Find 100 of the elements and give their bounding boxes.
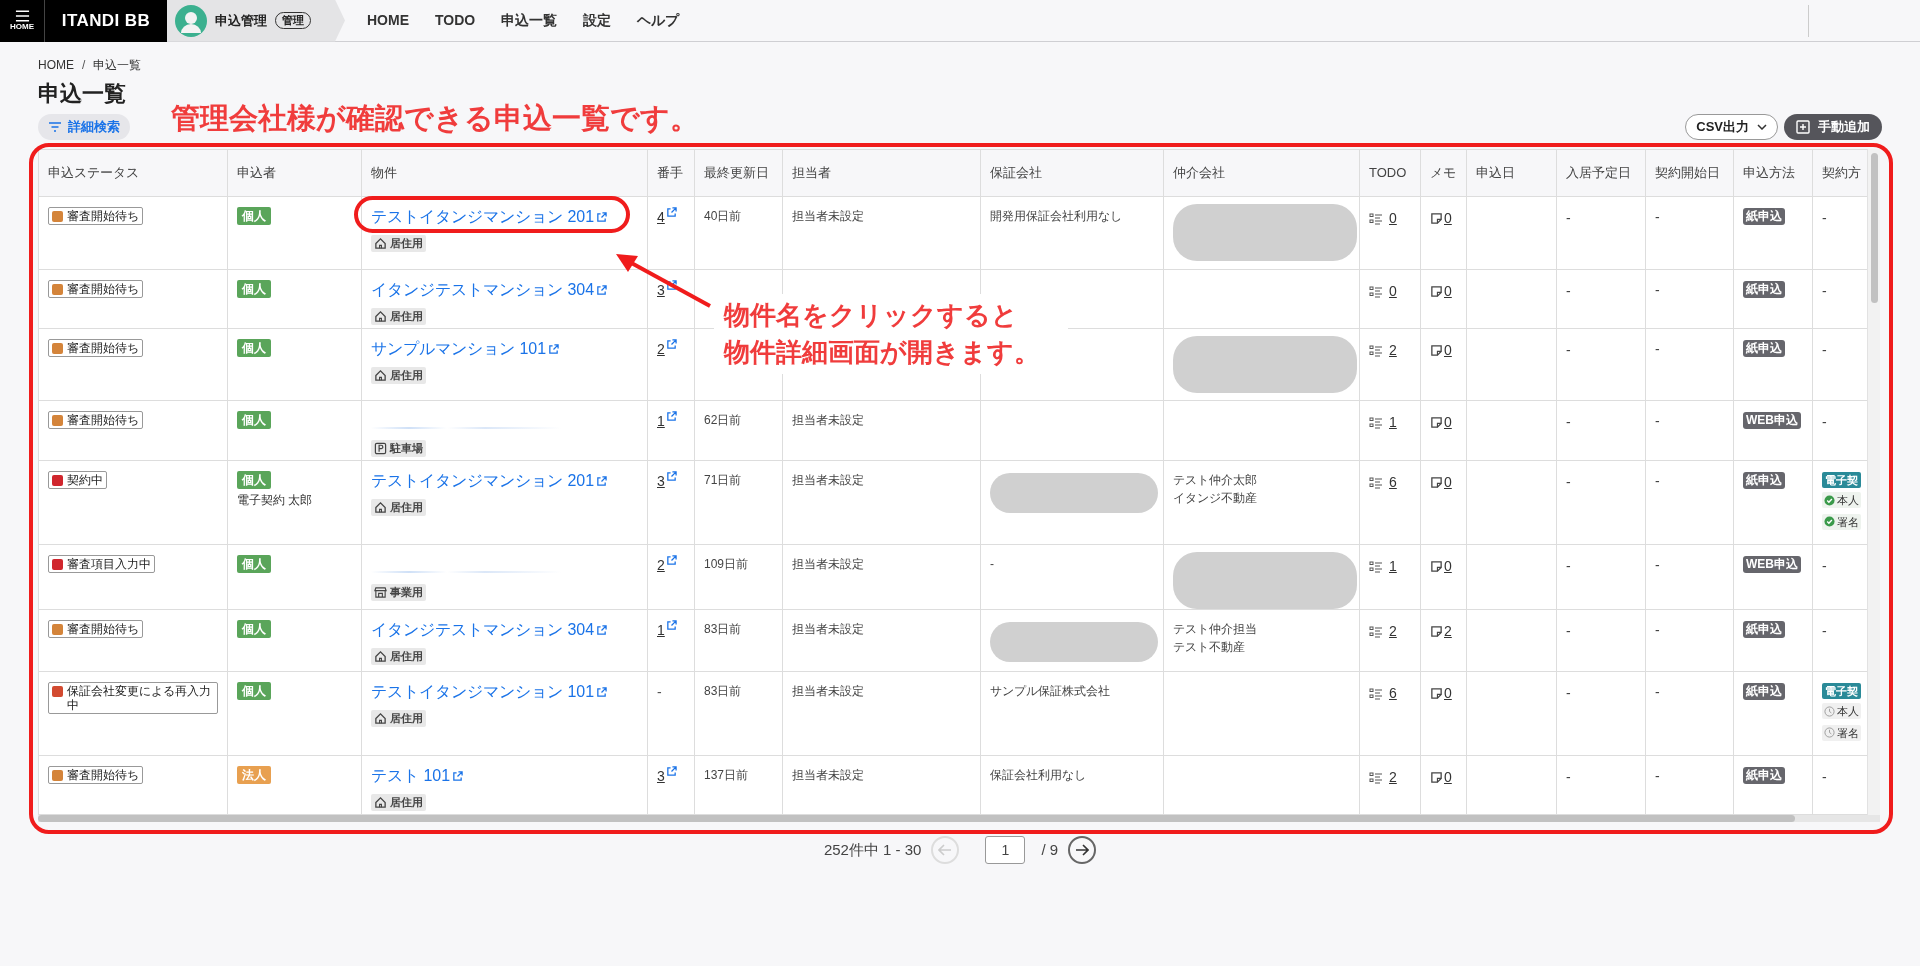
property-link[interactable]: テストイタンジマンション 101	[371, 682, 608, 702]
horizontal-scrollbar[interactable]	[38, 815, 1880, 822]
product-switcher[interactable]: 申込管理 管理	[167, 0, 345, 42]
todo-link[interactable]: 2	[1369, 767, 1397, 788]
external-link-icon	[596, 475, 608, 487]
usage-tag: 居住用	[371, 308, 426, 325]
order-link[interactable]: 1	[657, 620, 677, 641]
memo-link[interactable]: 0	[1430, 412, 1452, 433]
checklist-icon	[1369, 476, 1383, 489]
property-link[interactable]: テスト 101	[371, 766, 464, 786]
checklist-icon	[1369, 560, 1383, 573]
order-link[interactable]: 1	[657, 411, 677, 432]
external-link-icon	[548, 343, 560, 355]
table-cell: 担当者未設定	[782, 671, 981, 756]
status-badge: 審査開始待ち	[48, 620, 143, 638]
column-header[interactable]: 担当者	[782, 149, 981, 197]
property-link[interactable]: サンプルマンション 101	[371, 339, 560, 359]
column-header[interactable]: TODO	[1359, 149, 1421, 197]
todo-link[interactable]: 1	[1369, 556, 1397, 577]
usage-tag: 居住用	[371, 710, 426, 727]
todo-link[interactable]: 2	[1369, 340, 1397, 361]
todo-link[interactable]: 0	[1369, 281, 1397, 302]
memo-link[interactable]: 0	[1430, 556, 1452, 577]
breadcrumb-separator: /	[82, 57, 86, 74]
order-link[interactable]: 2	[657, 555, 677, 576]
column-header[interactable]: 申込日	[1466, 149, 1557, 197]
memo-link[interactable]: 0	[1430, 767, 1452, 788]
page-number-field[interactable]: 1	[985, 836, 1026, 864]
usage-tag: 居住用	[371, 367, 426, 384]
note-icon	[1430, 476, 1443, 489]
nav-link[interactable]: HOME	[367, 10, 409, 31]
order-link[interactable]: 2	[657, 339, 677, 360]
house-icon	[374, 501, 387, 514]
order-link[interactable]: 3	[657, 280, 677, 301]
memo-link[interactable]: 0	[1430, 281, 1452, 302]
storefront-icon	[374, 586, 387, 599]
table-cell: -	[1556, 196, 1646, 270]
csv-export-button[interactable]: CSV出力	[1685, 114, 1778, 140]
column-header[interactable]: 入居予定日	[1556, 149, 1646, 197]
memo-link[interactable]: 2	[1430, 621, 1452, 642]
application-method-tag: 紙申込	[1743, 281, 1785, 298]
contract-step: 署名	[1822, 513, 1861, 530]
next-page-button[interactable]	[1068, 836, 1097, 864]
nav-link[interactable]: ヘルプ	[637, 10, 680, 31]
column-header[interactable]: 仲介会社	[1163, 149, 1360, 197]
column-header[interactable]: メモ	[1420, 149, 1467, 197]
memo-link[interactable]: 0	[1430, 472, 1452, 493]
nav-link[interactable]: TODO	[435, 10, 476, 31]
column-header[interactable]: 契約開始日	[1645, 149, 1734, 197]
order-link[interactable]: 3	[657, 471, 677, 492]
checklist-icon	[1369, 416, 1383, 429]
arrow-right-icon	[1075, 844, 1090, 856]
brand-logo[interactable]: ITANDI BB	[45, 0, 167, 42]
table-cell: 開発用保証会社利用なし	[990, 209, 1122, 223]
vertical-scrollbar[interactable]	[1867, 149, 1880, 815]
column-header[interactable]: 申込方法	[1733, 149, 1813, 197]
applicant-type-tag: 個人	[237, 471, 271, 489]
external-link-icon	[665, 411, 677, 422]
property-link[interactable]: テストイタンジマンション 201	[371, 207, 608, 227]
todo-link[interactable]: 6	[1369, 683, 1397, 704]
table-cell: -	[1556, 755, 1646, 815]
nav-link[interactable]: 申込一覧	[501, 10, 558, 31]
house-icon	[374, 712, 387, 725]
broker-name: テスト不動産	[1173, 639, 1246, 656]
application-method-tag: 紙申込	[1743, 208, 1785, 225]
column-header[interactable]: 物件	[361, 149, 648, 197]
filter-button[interactable]: 詳細検索	[38, 114, 130, 140]
table-cell: -	[1556, 609, 1646, 672]
memo-link[interactable]: 0	[1430, 340, 1452, 361]
todo-link[interactable]: 1	[1369, 412, 1397, 433]
note-icon	[1430, 687, 1443, 700]
checklist-icon	[1369, 212, 1383, 225]
memo-link[interactable]: 0	[1430, 208, 1452, 229]
todo-link[interactable]: 0	[1369, 208, 1397, 229]
property-link[interactable]: イタンジテストマンション 304	[371, 280, 608, 300]
breadcrumb-item[interactable]: HOME	[38, 56, 74, 74]
note-icon	[1430, 344, 1443, 357]
menu-button[interactable]: HOME	[0, 0, 45, 42]
property-link[interactable]: テストイタンジマンション 201	[371, 471, 608, 491]
property-link[interactable]: イタンジテストマンション 304	[371, 620, 608, 640]
memo-link[interactable]: 0	[1430, 683, 1452, 704]
usage-tag: 事業用	[371, 584, 426, 601]
column-header[interactable]: 申込者	[227, 149, 362, 197]
broker-name: イタンジ不動産	[1173, 490, 1258, 507]
order-link[interactable]: 4	[657, 207, 677, 228]
order-link[interactable]: 3	[657, 766, 677, 787]
external-link-icon	[596, 211, 608, 223]
note-icon	[1430, 771, 1443, 784]
status-badge: 審査開始待ち	[48, 766, 143, 784]
applicant-type-tag: 個人	[237, 555, 271, 573]
todo-link[interactable]: 6	[1369, 472, 1397, 493]
column-header[interactable]: 申込ステータス	[38, 149, 228, 197]
note-icon	[1430, 212, 1443, 225]
nav-link[interactable]: 設定	[583, 10, 612, 31]
todo-link[interactable]: 2	[1369, 621, 1397, 642]
applicant-type-tag: 個人	[237, 339, 271, 357]
column-header[interactable]: 番手	[647, 149, 695, 197]
column-header[interactable]: 保証会社	[980, 149, 1164, 197]
column-header[interactable]: 最終更新日	[694, 149, 783, 197]
manual-add-button[interactable]: 手動追加	[1784, 114, 1882, 140]
